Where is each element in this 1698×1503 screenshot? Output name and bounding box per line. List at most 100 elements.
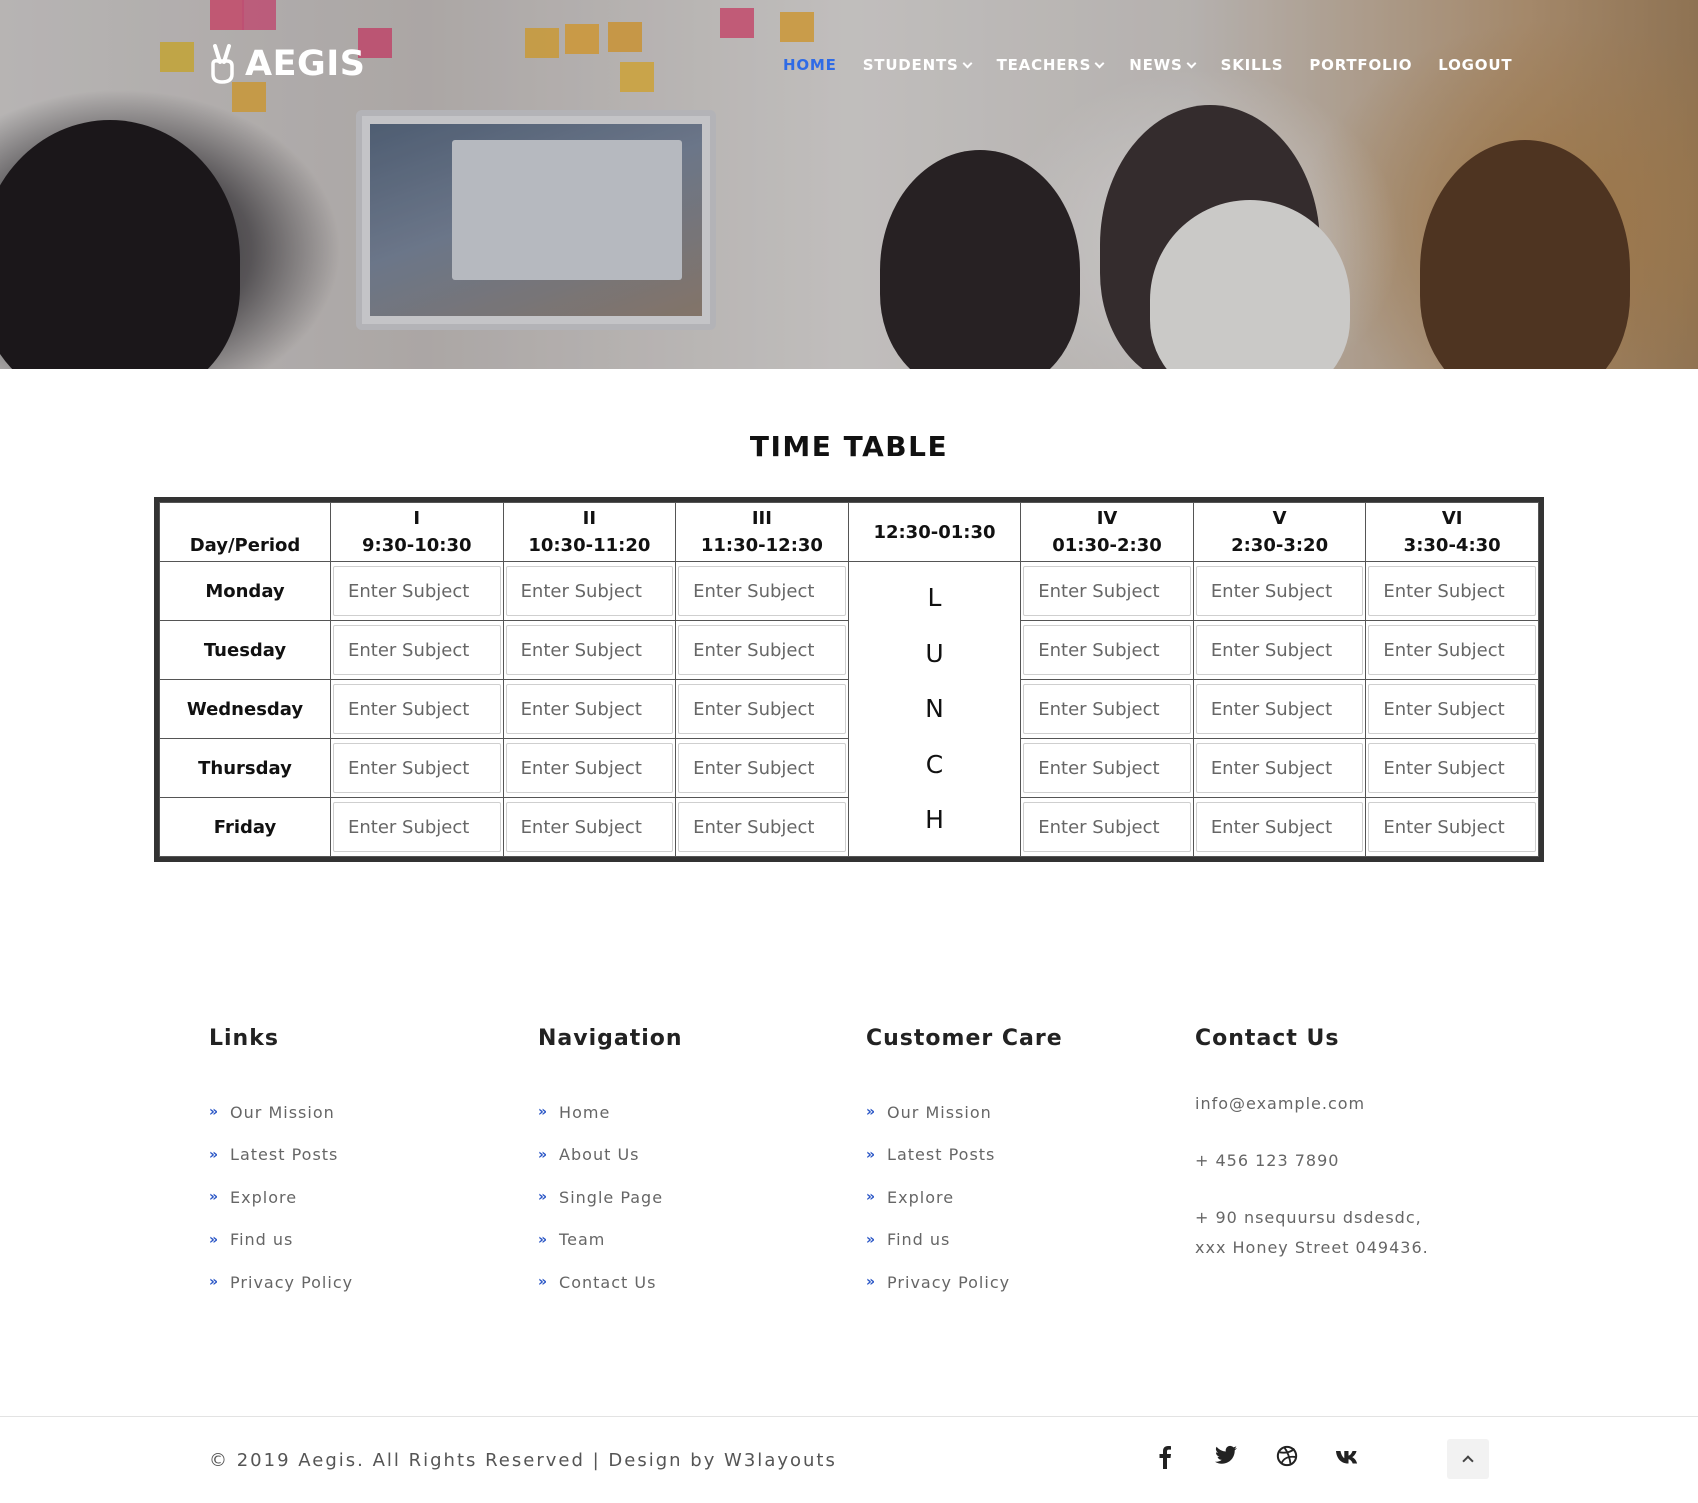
subject-input[interactable] [505, 684, 674, 734]
subject-cell [1365, 738, 1539, 798]
day-label: Tuesday [159, 620, 331, 680]
subject-input[interactable] [1195, 802, 1364, 852]
subject-input[interactable] [1368, 802, 1536, 852]
nav-students[interactable]: STUDENTS [862, 56, 973, 74]
brand-name: AEGIS [245, 44, 366, 84]
subject-input[interactable] [1023, 566, 1191, 616]
subject-cell [330, 679, 504, 739]
subject-input[interactable] [333, 625, 501, 675]
subject-input[interactable] [1368, 625, 1536, 675]
subject-input[interactable] [1023, 743, 1191, 793]
subject-input[interactable] [333, 566, 501, 616]
subject-input[interactable] [678, 625, 846, 675]
double-chevron-right-icon: » [866, 1231, 877, 1248]
facebook-icon[interactable] [1152, 1445, 1178, 1471]
day-label: Wednesday [159, 679, 331, 739]
footer-link-label: Our Mission [230, 1102, 335, 1122]
footer-link[interactable]: » Latest Posts [209, 1134, 353, 1177]
day-label: Monday [159, 561, 331, 621]
footer-link[interactable]: » Our Mission [209, 1091, 353, 1134]
subject-input[interactable] [1023, 802, 1191, 852]
subject-input[interactable] [333, 802, 501, 852]
footer-care-link[interactable]: » Explore [866, 1176, 1063, 1219]
vk-icon[interactable] [1335, 1445, 1361, 1471]
sticky-note-image [620, 62, 654, 92]
dribbble-icon[interactable] [1274, 1445, 1300, 1471]
sticky-note-image [608, 22, 642, 52]
subject-input[interactable] [678, 802, 846, 852]
timetable: Day/Period I 9:30-10:30 II 10:30-11:20 III… [154, 497, 1544, 862]
footer-links: Links » Our Mission» Latest Posts» Explore»… [209, 1026, 353, 1304]
day-label: Thursday [159, 738, 331, 798]
footer-nav-link[interactable]: » Contact Us [538, 1261, 683, 1304]
period-numeral: V [1272, 508, 1287, 529]
subject-input[interactable] [505, 743, 674, 793]
subject-input[interactable] [505, 566, 674, 616]
nav-portfolio[interactable]: PORTFOLIO [1309, 56, 1412, 74]
footer-link[interactable]: » Privacy Policy [209, 1261, 353, 1304]
subject-cell [1192, 679, 1367, 739]
subject-cell [1020, 738, 1194, 798]
subject-cell [1365, 679, 1539, 739]
lunch-letter: U [925, 638, 944, 668]
nav-skills[interactable]: SKILLS [1221, 56, 1284, 74]
subject-input[interactable] [333, 743, 501, 793]
subject-input[interactable] [1023, 684, 1191, 734]
subject-input[interactable] [505, 802, 674, 852]
footer-link[interactable]: » Find us [209, 1219, 353, 1262]
double-chevron-right-icon: » [866, 1274, 877, 1291]
subject-input[interactable] [678, 684, 846, 734]
footer-link[interactable]: » Explore [209, 1176, 353, 1219]
subject-input[interactable] [678, 743, 846, 793]
double-chevron-right-icon: » [209, 1189, 220, 1206]
subject-cell [1192, 561, 1367, 621]
subject-input[interactable] [1195, 625, 1364, 675]
nav-logout[interactable]: LOGOUT [1438, 56, 1512, 74]
subject-cell [1192, 797, 1367, 857]
nav-teachers[interactable]: TEACHERS [997, 56, 1105, 74]
footer-nav-link[interactable]: » Single Page [538, 1176, 683, 1219]
double-chevron-right-icon: » [538, 1146, 549, 1163]
nav-home[interactable]: HOME [783, 56, 837, 74]
footer-care-link-label: Our Mission [887, 1102, 992, 1122]
contact-email[interactable]: info@example.com [1195, 1089, 1429, 1119]
footer-care-link-label: Latest Posts [887, 1145, 996, 1165]
subject-input[interactable] [1195, 743, 1364, 793]
subject-input[interactable] [505, 625, 674, 675]
footer-navigation-list: » Home » About Us » Single Page » Team » Contact … [538, 1091, 683, 1304]
scroll-to-top-button[interactable] [1447, 1439, 1489, 1479]
subject-input[interactable] [1023, 625, 1191, 675]
lunch-letter: C [925, 749, 944, 779]
period-time: 2:30-3:20 [1231, 535, 1329, 556]
footer-care-link[interactable]: » Latest Posts [866, 1134, 1063, 1177]
brand-logo[interactable]: AEGIS [207, 44, 365, 84]
footer-nav-link-label: About Us [559, 1145, 640, 1165]
person-image [880, 150, 1080, 369]
subject-input[interactable] [1368, 743, 1536, 793]
footer-care-link[interactable]: » Privacy Policy [866, 1261, 1063, 1304]
subject-input[interactable] [1195, 566, 1364, 616]
nav-skills-label: SKILLS [1220, 56, 1284, 74]
double-chevron-right-icon: » [538, 1104, 549, 1121]
subject-cell [1020, 679, 1194, 739]
timetable-row: Monday LUNCH [159, 561, 1539, 857]
footer-nav-link[interactable]: » About Us [538, 1134, 683, 1177]
subject-input[interactable] [1195, 684, 1364, 734]
subject-input[interactable] [678, 566, 846, 616]
timetable-grid: Day/Period I 9:30-10:30 II 10:30-11:20 III… [159, 502, 1539, 857]
chevron-up-icon [1462, 1455, 1474, 1467]
subject-input[interactable] [333, 684, 501, 734]
double-chevron-right-icon: » [538, 1231, 549, 1248]
subject-input[interactable] [1368, 566, 1536, 616]
footer-nav-link-label: Team [559, 1230, 606, 1250]
main-nav: HOME STUDENTS TEACHERS NEWS SKILLS PORTF… [783, 56, 1538, 74]
footer-care-link[interactable]: » Find us [866, 1219, 1063, 1262]
nav-news[interactable]: NEWS [1129, 56, 1197, 74]
period-time: 9:30-10:30 [362, 535, 472, 556]
subject-input[interactable] [1368, 684, 1536, 734]
nav-students-label: STUDENTS [862, 56, 959, 74]
footer-care-link[interactable]: » Our Mission [866, 1091, 1063, 1134]
footer-nav-link[interactable]: » Home [538, 1091, 683, 1134]
footer-nav-link[interactable]: » Team [538, 1219, 683, 1262]
twitter-icon[interactable] [1213, 1445, 1239, 1471]
